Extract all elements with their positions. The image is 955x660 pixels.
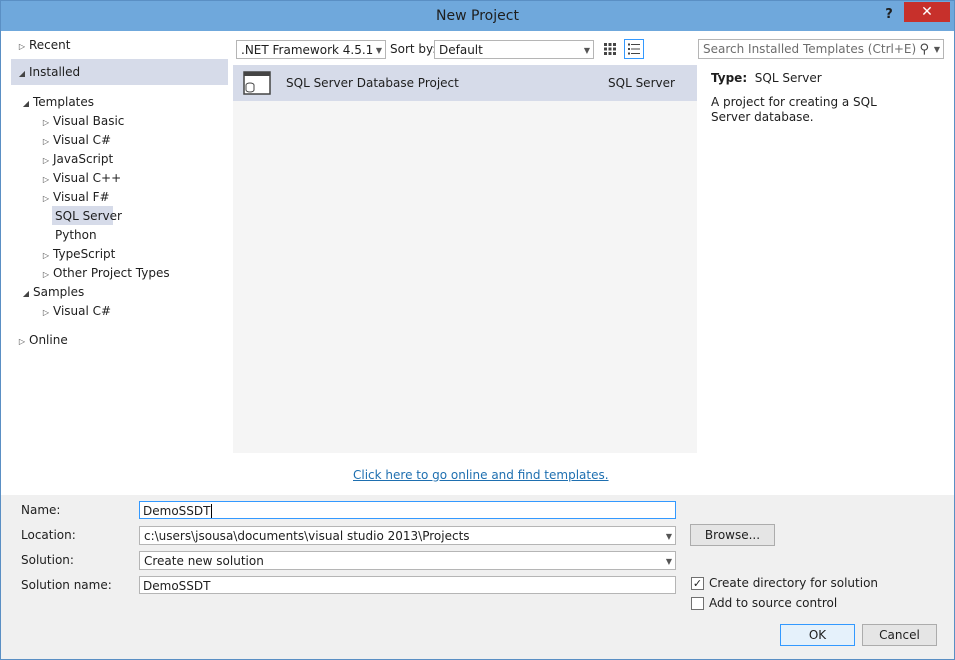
sort-by-label: Sort by: [390,42,437,56]
tree-item-template[interactable]: ▷ Other Project Types [39,264,170,283]
solution-name-input[interactable]: DemoSSDT [139,576,676,594]
dropdown-arrow-icon: ▼ [375,46,382,55]
grid-view-icon[interactable] [600,39,620,59]
title-bar[interactable]: New Project ? ✕ [1,1,954,31]
browse-button[interactable]: Browse... [690,524,775,546]
ok-button[interactable]: OK [780,624,855,646]
collapse-triangle-icon[interactable]: ◢ [19,94,33,113]
template-list[interactable]: SQL Server Database Project SQL Server [233,65,697,453]
template-description: A project for creating a SQL Server data… [711,95,877,124]
close-button[interactable]: ✕ [904,2,950,22]
database-project-icon [243,71,271,95]
list-view-icon[interactable] [624,39,644,59]
tree-item-template[interactable]: ▷ TypeScript [39,245,115,264]
type-value: SQL Server [754,71,822,85]
solution-dropdown[interactable]: Create new solution ▼ [139,551,676,570]
source-control-checkbox[interactable] [691,597,704,610]
template-details: Type: SQL Server A project for creating … [711,71,911,125]
expand-triangle-icon[interactable]: ▷ [39,170,53,189]
tree-item-samples[interactable]: ◢ Samples [19,283,84,302]
help-button[interactable]: ? [879,5,899,25]
tree-item-templates[interactable]: ◢ Templates [19,93,94,112]
tree-item-python[interactable]: Python [55,226,97,245]
search-templates-input[interactable]: Search Installed Templates (Ctrl+E) ⚲ ▼ [698,39,944,59]
source-control-label: Add to source control [709,596,838,610]
expand-triangle-icon[interactable]: ▷ [39,132,53,151]
dropdown-arrow-icon: ▼ [583,46,590,55]
collapse-triangle-icon[interactable]: ◢ [15,64,29,83]
project-form: Name: DemoSSDT Location: c:\users\jsousa… [1,495,954,659]
location-label: Location: [21,528,76,542]
cancel-button[interactable]: Cancel [862,624,937,646]
dropdown-arrow-icon[interactable]: ▼ [934,40,940,58]
expand-triangle-icon[interactable]: ▷ [15,37,29,56]
collapse-triangle-icon[interactable]: ◢ [19,284,33,303]
tree-item-online[interactable]: ▷ Online [15,331,68,350]
solution-name-label: Solution name: [21,578,112,592]
tree-item-recent[interactable]: ▷ Recent [15,36,71,56]
tree-item-template[interactable]: ▷ Visual C# [39,131,111,150]
tree-item-sample[interactable]: ▷ Visual C# [39,302,111,321]
window-title: New Project [436,8,519,24]
framework-dropdown[interactable]: .NET Framework 4.5.1 ▼ [236,40,386,59]
sort-by-dropdown[interactable]: Default ▼ [434,40,594,59]
expand-triangle-icon[interactable]: ▷ [39,265,53,284]
expand-triangle-icon[interactable]: ▷ [39,113,53,132]
template-row-sql-server-database-project[interactable]: SQL Server Database Project SQL Server [233,65,697,101]
dropdown-arrow-icon: ▼ [665,532,672,541]
expand-triangle-icon[interactable]: ▷ [39,246,53,265]
tree-item-template[interactable]: ▷ JavaScript [39,150,113,169]
tree-item-template[interactable]: ▷ Visual Basic [39,112,125,132]
tree-item-template[interactable]: ▷ Visual F# [39,188,110,207]
create-directory-label: Create directory for solution [709,576,879,590]
expand-triangle-icon[interactable]: ▷ [39,151,53,170]
text-cursor [211,504,213,518]
expand-triangle-icon[interactable]: ▷ [39,303,53,322]
dialog-body: ▷ Recent ◢ Installed ◢ Templates ▷ Visual Ba… [1,31,954,659]
template-language: SQL Server [608,76,675,90]
type-label: Type: [711,71,748,85]
tree-item-template[interactable]: ▷ Visual C++ [39,169,121,188]
expand-triangle-icon[interactable]: ▷ [39,189,53,208]
template-name: SQL Server Database Project [286,76,459,90]
search-icon[interactable]: ⚲ [919,40,929,58]
online-templates-link[interactable]: Click here to go online and find templat… [353,468,609,482]
dropdown-arrow-icon: ▼ [665,557,672,566]
location-dropdown[interactable]: c:\users\jsousa\documents\visual studio … [139,526,676,545]
solution-label: Solution: [21,553,74,567]
tree-item-installed[interactable]: ◢ Installed [15,63,80,82]
name-label: Name: [21,503,61,517]
tree-item-sql-server[interactable]: SQL Server [55,207,122,226]
new-project-dialog: New Project ? ✕ ▷ Recent ◢ Installed ◢ Temp… [0,0,955,660]
expand-triangle-icon[interactable]: ▷ [15,332,29,351]
name-input[interactable]: DemoSSDT [139,501,676,519]
create-directory-checkbox[interactable]: ✓ [691,577,704,590]
